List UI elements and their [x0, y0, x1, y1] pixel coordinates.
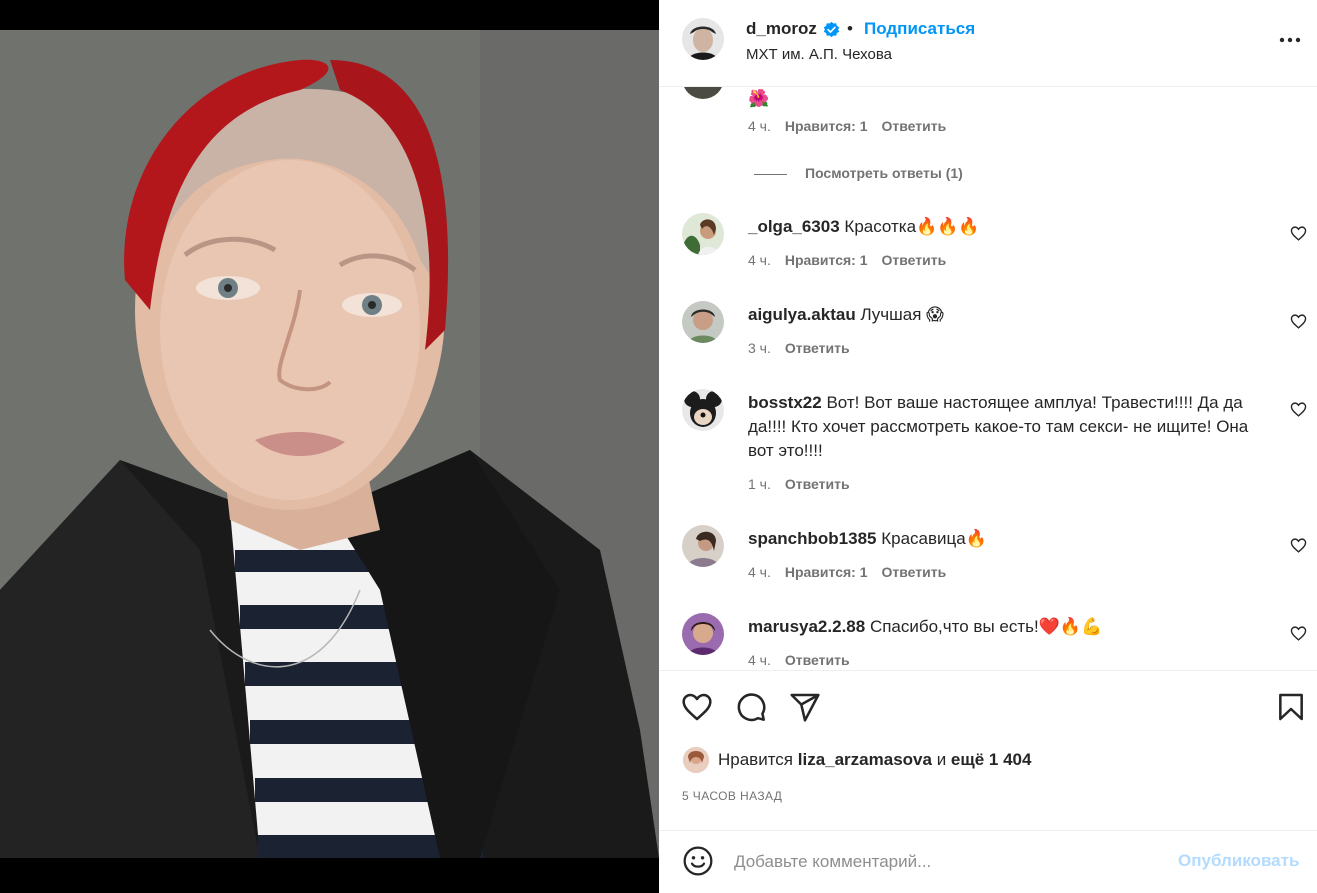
header-separator: •: [847, 19, 853, 38]
emoji-icon[interactable]: [682, 845, 714, 877]
comment-username[interactable]: bosstx22: [748, 393, 822, 412]
post-header: d_moroz • Подписаться МХТ им. А.П. Чехов…: [659, 0, 1317, 87]
comment-item: spanchbob1385 Красавица🔥 4 ч. Нравится: 1…: [659, 523, 1317, 593]
author-username[interactable]: d_moroz: [746, 19, 817, 39]
likes-middle: и: [936, 750, 947, 769]
liker-avatar[interactable]: [683, 747, 709, 773]
comment-meta: 3 ч. Ответить: [748, 340, 864, 356]
post-sidebar: d_moroz • Подписаться МХТ им. А.П. Чехов…: [659, 0, 1317, 893]
comment-item: _olga_6303 Красотка🔥🔥🔥 4 ч. Нравится: 1 От…: [659, 211, 1317, 281]
comment-username[interactable]: spanchbob1385: [748, 529, 877, 548]
comment-body: _olga_6303 Красотка🔥🔥🔥: [748, 215, 1258, 239]
comment-like-icon[interactable]: [1290, 537, 1307, 554]
comment-meta: 1 ч. Ответить: [748, 476, 864, 492]
comment-time[interactable]: 4 ч.: [748, 252, 771, 268]
comment-text: 🌺: [748, 89, 770, 108]
view-replies-button[interactable]: Посмотреть ответы (1): [754, 165, 963, 181]
view-replies-label: Посмотреть ответы (1): [805, 165, 963, 181]
comment-username[interactable]: aigulya.aktau: [748, 305, 856, 324]
comment-username[interactable]: _olga_6303: [748, 217, 840, 236]
portrait-image: [0, 30, 659, 858]
comment-time[interactable]: 4 ч.: [748, 118, 771, 134]
verified-badge-icon: [823, 21, 840, 38]
comment-likes[interactable]: Нравится: 1: [785, 118, 868, 134]
comment-avatar[interactable]: [682, 389, 724, 431]
comment-avatar[interactable]: [682, 525, 724, 567]
comment-likes[interactable]: Нравится: 1: [785, 252, 868, 268]
post-actions: Нравится liza_arzamasova и ещё 1 404 5 Ч…: [659, 670, 1317, 830]
post-media[interactable]: [0, 0, 659, 893]
comment-like-icon[interactable]: [1290, 625, 1307, 642]
comment-meta: 4 ч. Нравится: 1 Ответить: [748, 252, 960, 268]
comment-avatar[interactable]: [682, 213, 724, 255]
comment-like-icon[interactable]: [1290, 401, 1307, 418]
comment-avatar[interactable]: [682, 613, 724, 655]
comment-input[interactable]: [734, 845, 1164, 879]
comment-body: spanchbob1385 Красавица🔥: [748, 527, 1258, 551]
share-icon[interactable]: [789, 691, 821, 723]
comment-item: bosstx22 Вот! Вот ваше настоящее амплуа!…: [659, 387, 1317, 507]
comment-time[interactable]: 1 ч.: [748, 476, 771, 492]
comment-avatar[interactable]: [682, 301, 724, 343]
post-photo[interactable]: [0, 30, 659, 858]
post-timestamp[interactable]: 5 ЧАСОВ НАЗАД: [682, 789, 782, 803]
comment-avatar[interactable]: [682, 87, 724, 99]
post-location[interactable]: МХТ им. А.П. Чехова: [746, 46, 892, 63]
heart-icon[interactable]: [681, 691, 713, 723]
comment-body: bosstx22 Вот! Вот ваше настоящее амплуа!…: [748, 391, 1258, 463]
add-comment-bar: Опубликовать: [659, 830, 1317, 893]
comment-text: Красотка🔥🔥🔥: [844, 217, 980, 236]
comment-meta: 4 ч. Ответить: [748, 652, 864, 668]
author-avatar[interactable]: [682, 18, 724, 60]
comment-text: Вот! Вот ваше настоящее амплуа! Травести…: [748, 393, 1249, 460]
comment-item: aigulya.aktau Лучшая 😱 3 ч. Ответить: [659, 299, 1317, 369]
comment-time[interactable]: 4 ч.: [748, 652, 771, 668]
reply-button[interactable]: Ответить: [785, 652, 850, 668]
likes-prefix: Нравится: [718, 750, 794, 769]
more-options-icon[interactable]: [1277, 27, 1303, 53]
reply-button[interactable]: Ответить: [882, 118, 947, 134]
reply-button[interactable]: Ответить: [785, 476, 850, 492]
likes-count-button[interactable]: ещё 1 404: [951, 750, 1032, 769]
reply-button[interactable]: Ответить: [785, 340, 850, 356]
comment-meta: 4 ч. Нравится: 1 Ответить: [748, 118, 960, 134]
liker-username[interactable]: liza_arzamasova: [798, 750, 932, 769]
comment-time[interactable]: 3 ч.: [748, 340, 771, 356]
follow-button[interactable]: Подписаться: [864, 19, 975, 39]
comments-list[interactable]: 🌺 4 ч. Нравится: 1 Ответить Посмотреть отв…: [659, 87, 1317, 670]
comment-body: aigulya.aktau Лучшая 😱: [748, 303, 1258, 327]
bookmark-icon[interactable]: [1275, 691, 1307, 723]
comment-text: Лучшая 😱: [860, 305, 944, 324]
likes-text: Нравится liza_arzamasova и ещё 1 404: [718, 750, 1031, 770]
comment-time[interactable]: 4 ч.: [748, 564, 771, 580]
reply-button[interactable]: Ответить: [882, 252, 947, 268]
comment-text: Спасибо,что вы есть!❤️🔥💪: [869, 617, 1103, 636]
comment-item: marusya2.2.88 Спасибо,что вы есть!❤️🔥💪 4…: [659, 611, 1317, 670]
comment-username[interactable]: marusya2.2.88: [748, 617, 865, 636]
comment-like-icon[interactable]: [1290, 225, 1307, 242]
comment-icon[interactable]: [735, 691, 767, 723]
comment-likes[interactable]: Нравится: 1: [785, 564, 868, 580]
comment-like-icon[interactable]: [1290, 313, 1307, 330]
replies-divider: [754, 173, 787, 175]
comment-meta: 4 ч. Нравится: 1 Ответить: [748, 564, 960, 580]
publish-button[interactable]: Опубликовать: [1178, 851, 1299, 871]
comment-text: Красавица🔥: [881, 529, 987, 548]
comment-body: marusya2.2.88 Спасибо,что вы есть!❤️🔥💪: [748, 615, 1258, 639]
reply-button[interactable]: Ответить: [882, 564, 947, 580]
